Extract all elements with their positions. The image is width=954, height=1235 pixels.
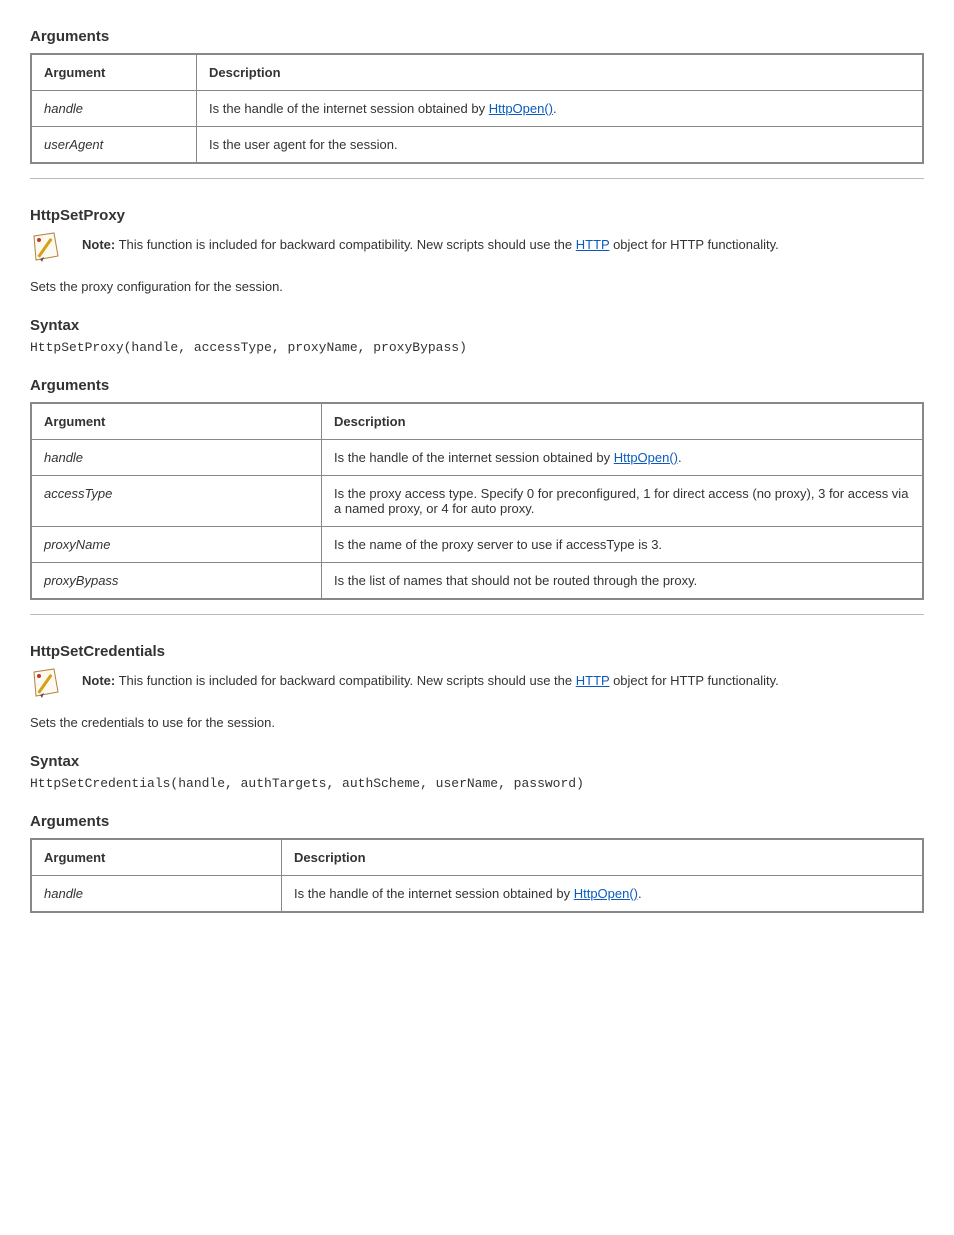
fn1-arg-header: Argument — [31, 54, 197, 91]
table-row: handle Is the handle of the internet ses… — [31, 439, 923, 475]
fn2-desc-header: Description — [322, 403, 924, 440]
note-text: Note: This function is included for back… — [82, 230, 924, 255]
fn3-arguments-table: Argument Description handle Is the handl… — [30, 838, 924, 913]
arg-desc-post: . — [553, 101, 557, 116]
note-lead: Note: — [82, 673, 115, 688]
section-divider — [30, 178, 924, 179]
httpsetproxy-heading: HttpSetProxy — [30, 207, 924, 224]
note-trail: object for HTTP functionality. — [609, 237, 778, 252]
note-trail: object for HTTP functionality. — [609, 673, 778, 688]
note-body: This function is included for backward c… — [119, 673, 576, 688]
httpopen-link[interactable]: HttpOpen() — [574, 886, 638, 901]
note-block: Note: This function is included for back… — [30, 230, 924, 264]
fn1-arguments-table: Argument Description handle Is the handl… — [30, 53, 924, 164]
arg-desc-pre: Is the handle of the internet session ob… — [334, 450, 614, 465]
table-row: handle Is the handle of the internet ses… — [31, 91, 923, 127]
table-row: handle Is the handle of the internet ses… — [31, 875, 923, 912]
note-text: Note: This function is included for back… — [82, 666, 924, 691]
note-icon — [30, 668, 64, 700]
arg-name: handle — [44, 886, 83, 901]
fn3-arguments-heading: Arguments — [30, 813, 924, 830]
fn3-description: Sets the credentials to use for the sess… — [30, 714, 924, 733]
http-object-link[interactable]: HTTP — [576, 237, 610, 252]
arg-desc-post: . — [678, 450, 682, 465]
arg-desc-post: . — [638, 886, 642, 901]
arg-desc: Is the proxy access type. Specify 0 for … — [334, 486, 908, 516]
fn3-arg-header: Argument — [31, 839, 282, 876]
arg-name: handle — [44, 101, 83, 116]
table-row: proxyBypass Is the list of names that sh… — [31, 562, 923, 599]
fn3-syntax-heading: Syntax — [30, 753, 924, 770]
arg-desc: Is the list of names that should not be … — [334, 573, 697, 588]
fn3-syntax: HttpSetCredentials(handle, authTargets, … — [30, 776, 924, 791]
fn2-syntax: HttpSetProxy(handle, accessType, proxyNa… — [30, 340, 924, 355]
note-block: Note: This function is included for back… — [30, 666, 924, 700]
fn1-arguments-label: Arguments — [30, 28, 924, 45]
fn2-arg-header: Argument — [31, 403, 322, 440]
fn1-desc-header: Description — [197, 54, 924, 91]
http-object-link[interactable]: HTTP — [576, 673, 610, 688]
arg-name: proxyBypass — [44, 573, 118, 588]
httpopen-link[interactable]: HttpOpen() — [614, 450, 678, 465]
table-row: proxyName Is the name of the proxy serve… — [31, 526, 923, 562]
arg-name: accessType — [44, 486, 112, 501]
fn2-arguments-table: Argument Description handle Is the handl… — [30, 402, 924, 600]
fn3-desc-header: Description — [282, 839, 924, 876]
arg-desc: Is the user agent for the session. — [209, 137, 398, 152]
httpopen-link[interactable]: HttpOpen() — [489, 101, 553, 116]
section-divider — [30, 614, 924, 615]
note-icon — [30, 232, 64, 264]
fn2-description: Sets the proxy configuration for the ses… — [30, 278, 924, 297]
httpsetcredentials-heading: HttpSetCredentials — [30, 643, 924, 660]
note-lead: Note: — [82, 237, 115, 252]
fn2-arguments-heading: Arguments — [30, 377, 924, 394]
fn2-syntax-heading: Syntax — [30, 317, 924, 334]
arg-desc-pre: Is the handle of the internet session ob… — [209, 101, 489, 116]
arg-name: userAgent — [44, 137, 103, 152]
arg-desc-pre: Is the handle of the internet session ob… — [294, 886, 574, 901]
arg-name: handle — [44, 450, 83, 465]
note-body: This function is included for backward c… — [119, 237, 576, 252]
arg-desc: Is the name of the proxy server to use i… — [334, 537, 662, 552]
table-row: userAgent Is the user agent for the sess… — [31, 127, 923, 164]
table-row: accessType Is the proxy access type. Spe… — [31, 475, 923, 526]
arg-name: proxyName — [44, 537, 110, 552]
